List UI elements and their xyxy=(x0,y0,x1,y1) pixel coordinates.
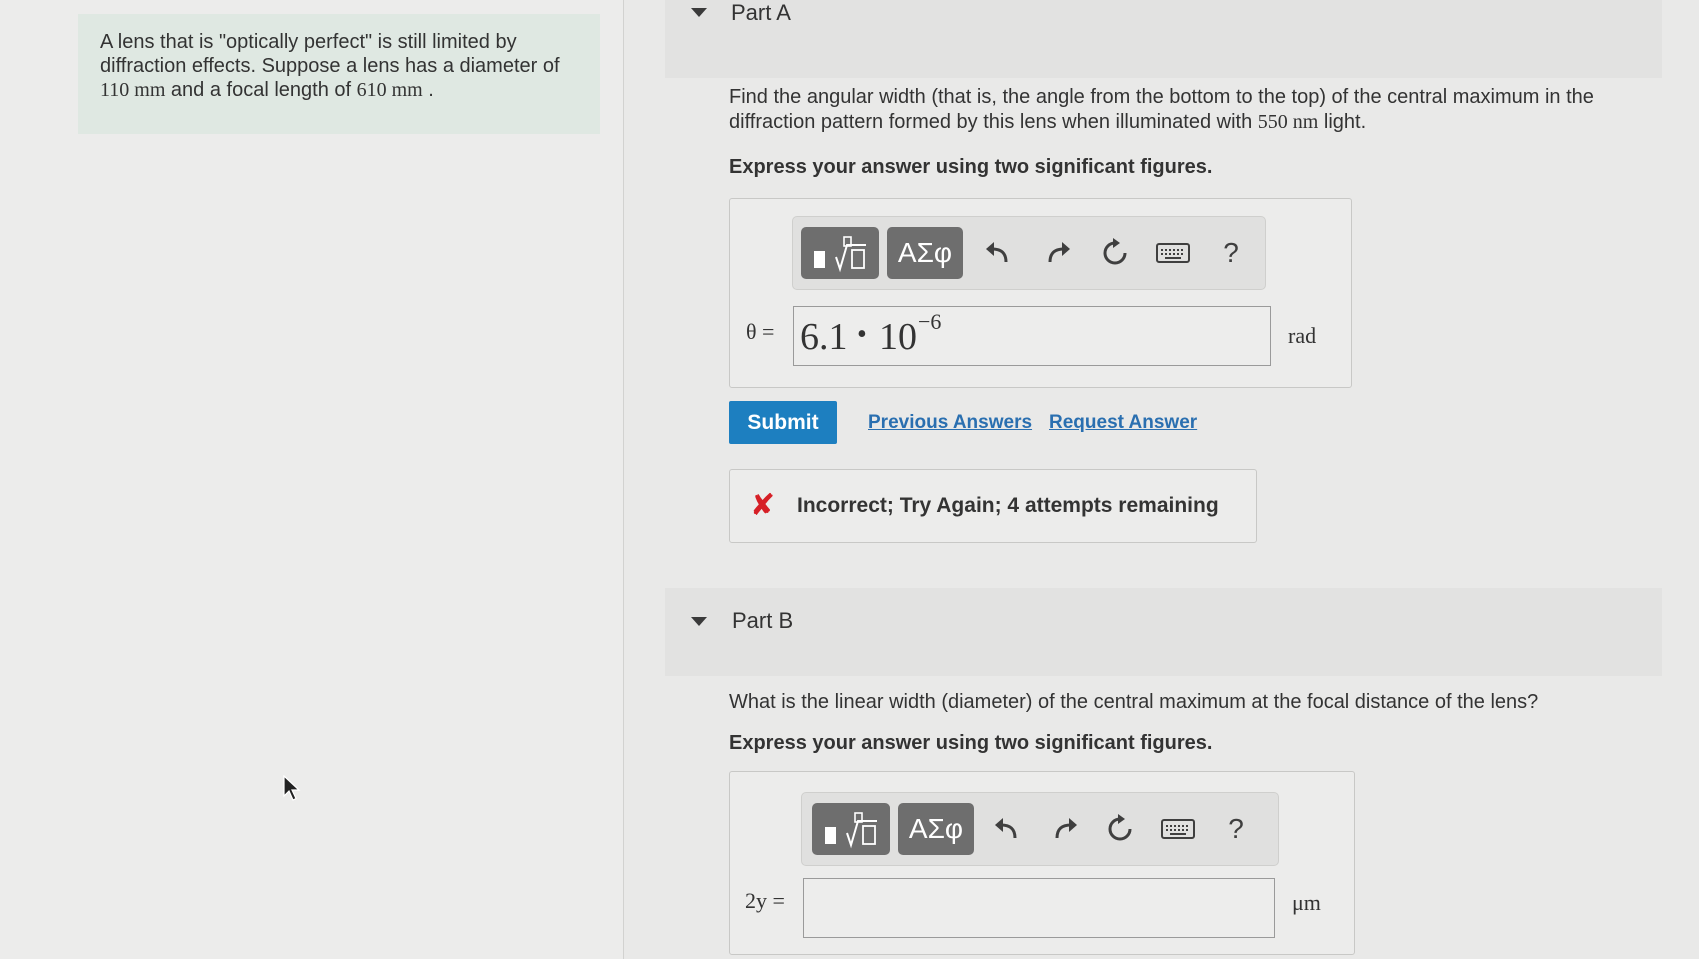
feedback-box: ✘ Incorrect; Try Again; 4 attempts remai… xyxy=(729,469,1257,543)
help-icon: ? xyxy=(1223,237,1239,268)
problem-statement: A lens that is "optically perfect" is st… xyxy=(78,14,600,134)
part-b-title: Part B xyxy=(732,608,794,633)
undo-icon xyxy=(986,242,1008,263)
part-b-header[interactable]: Part B xyxy=(665,588,1662,676)
problem-panel: A lens that is "optically perfect" is st… xyxy=(0,0,624,959)
undo-button[interactable] xyxy=(988,809,1028,849)
keyboard-button[interactable] xyxy=(1153,233,1193,273)
part-a-answer-box: ΑΣφ ? θ = 6.1 • 10 −6 rad xyxy=(729,198,1352,388)
templates-button[interactable] xyxy=(801,227,879,279)
help-button[interactable]: ? xyxy=(1216,809,1256,849)
part-a-unit: rad xyxy=(1288,323,1317,348)
two-y-label: 2y = xyxy=(745,888,785,913)
reset-icon xyxy=(1108,814,1132,841)
part-b-unit: μm xyxy=(1292,890,1321,915)
part-a-instruction: Express your answer using two significan… xyxy=(729,156,1213,178)
part-a-question: Find the angular width (that is, the ang… xyxy=(729,85,1629,135)
part-a-header[interactable]: Part A xyxy=(665,0,1662,78)
part-b-instruction: Express your answer using two significan… xyxy=(729,732,1213,754)
answer-base: 10 xyxy=(879,316,917,358)
undo-button[interactable] xyxy=(979,233,1019,273)
reset-button[interactable] xyxy=(1100,809,1140,849)
keyboard-icon xyxy=(1161,819,1195,839)
templates-icon xyxy=(825,812,877,849)
part-a-question-1: Find the angular width (that is, the ang… xyxy=(729,86,1594,133)
collapse-caret-icon[interactable] xyxy=(691,617,707,626)
answer-exponent: −6 xyxy=(918,309,942,334)
redo-icon xyxy=(1055,818,1077,839)
feedback-message: Incorrect; Try Again; 4 attempts remaini… xyxy=(797,494,1219,517)
part-a-wavelength: 550 nm xyxy=(1257,111,1319,133)
reset-button[interactable] xyxy=(1095,233,1135,273)
greek-symbols-icon: ΑΣφ xyxy=(897,237,953,268)
help-button[interactable]: ? xyxy=(1211,233,1251,273)
problem-focal-length: 610 mm xyxy=(356,79,423,101)
submit-button[interactable]: Submit xyxy=(729,401,837,444)
redo-icon xyxy=(1048,242,1070,263)
greek-symbols-button[interactable]: ΑΣφ xyxy=(887,227,963,279)
part-b-question: What is the linear width (diameter) of t… xyxy=(729,691,1539,713)
undo-icon xyxy=(995,818,1017,839)
part-a-title: Part A xyxy=(731,0,791,25)
keyboard-button[interactable] xyxy=(1158,809,1198,849)
incorrect-x-icon: ✘ xyxy=(750,489,776,522)
collapse-caret-icon[interactable] xyxy=(691,8,707,17)
mouse-cursor-icon xyxy=(283,775,301,801)
templates-button[interactable] xyxy=(812,803,890,855)
theta-label: θ = xyxy=(746,319,775,344)
answer-mantissa: 6.1 xyxy=(800,316,848,358)
problem-text-3: . xyxy=(422,79,434,101)
part-b-answer-box: ΑΣφ ? 2y = μm xyxy=(729,771,1355,955)
previous-answers-link[interactable]: Previous Answers xyxy=(868,412,1032,434)
part-a-answer-input[interactable]: 6.1 • 10 −6 xyxy=(793,306,1271,366)
problem-text-1: A lens that is "optically perfect" is st… xyxy=(100,31,560,77)
templates-icon xyxy=(814,236,866,273)
request-answer-link[interactable]: Request Answer xyxy=(1049,412,1197,434)
part-b-answer-input[interactable] xyxy=(803,878,1275,938)
part-a-question-2: light. xyxy=(1318,111,1367,133)
redo-button[interactable] xyxy=(1037,233,1077,273)
keyboard-icon xyxy=(1156,243,1190,263)
problem-diameter: 110 mm xyxy=(100,79,166,101)
part-a-math-toolbar: ΑΣφ ? xyxy=(792,216,1266,290)
greek-symbols-icon: ΑΣφ xyxy=(908,813,964,844)
answer-dot: • xyxy=(857,319,867,350)
redo-button[interactable] xyxy=(1044,809,1084,849)
greek-symbols-button[interactable]: ΑΣφ xyxy=(898,803,974,855)
problem-text-2: and a focal length of xyxy=(165,79,357,101)
help-icon: ? xyxy=(1228,813,1244,844)
part-b-math-toolbar: ΑΣφ ? xyxy=(801,792,1279,866)
reset-icon xyxy=(1103,238,1127,265)
